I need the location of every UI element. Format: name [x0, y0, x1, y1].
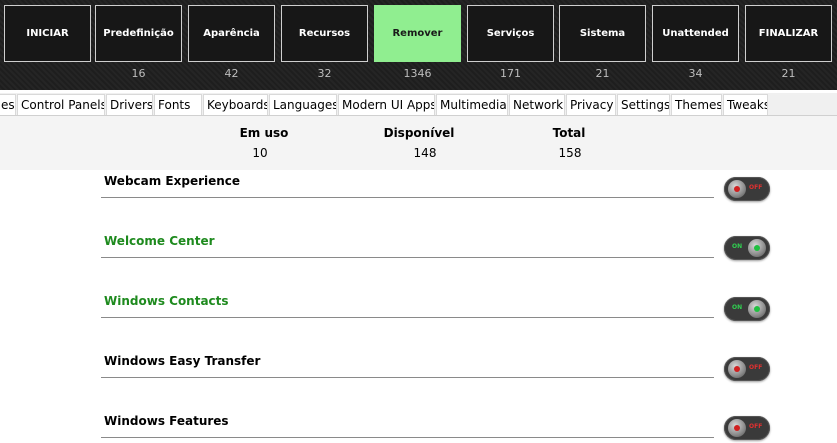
toggle-state-text: OFF: [749, 423, 763, 430]
nav-button-sistema[interactable]: Sistema: [559, 5, 646, 62]
item-toggle[interactable]: OFF: [724, 357, 770, 381]
nav-count-servicos: 171: [500, 67, 521, 80]
toggle-state-text: ON: [732, 304, 743, 311]
item-name: Welcome Center: [104, 234, 215, 248]
nav-count-finalizar: 21: [781, 67, 796, 80]
tab-keyboards[interactable]: Keyboards: [203, 94, 268, 115]
item-toggle[interactable]: OFF: [724, 177, 770, 201]
top-navigation: INICIAR Predefinição Aparência Recursos …: [0, 0, 837, 90]
nav-button-iniciar[interactable]: INICIAR: [4, 5, 91, 62]
toggle-state-text: ON: [732, 243, 743, 250]
nav-button-predefinicao[interactable]: Predefinição: [95, 5, 182, 62]
tab-control-panels[interactable]: Control Panels: [17, 94, 105, 115]
total-value: 158: [558, 146, 582, 160]
nav-button-unattended[interactable]: Unattended: [652, 5, 739, 62]
list-item: Webcam Experience OFF: [101, 172, 771, 232]
nav-count-unattended: 34: [688, 67, 703, 80]
category-tabs: es Control Panels Drivers Fonts Keyboard…: [0, 93, 837, 116]
available-value: 148: [413, 146, 437, 160]
total-label: Total: [552, 126, 586, 140]
row-divider: [101, 437, 714, 438]
toggle-knob: [748, 300, 766, 318]
list-item: Windows Easy Transfer OFF: [101, 352, 771, 412]
tab-modern-ui-apps[interactable]: Modern UI Apps: [338, 94, 435, 115]
list-item: Windows Features OFF: [101, 412, 771, 443]
tab-fonts[interactable]: Fonts: [154, 94, 202, 115]
item-toggle[interactable]: ON: [724, 236, 770, 260]
tab-privacy[interactable]: Privacy: [566, 94, 616, 115]
item-name: Windows Features: [104, 414, 229, 428]
item-name: Windows Contacts: [104, 294, 229, 308]
item-toggle[interactable]: ON: [724, 297, 770, 321]
nav-count-predefinicao: 16: [131, 67, 146, 80]
tab-network[interactable]: Network: [509, 94, 565, 115]
row-divider: [101, 197, 714, 198]
toggle-state-text: OFF: [749, 364, 763, 371]
available-label: Disponível: [383, 126, 455, 140]
tab-languages[interactable]: Languages: [269, 94, 337, 115]
nav-button-servicos[interactable]: Serviços: [467, 5, 554, 62]
list-item: Welcome Center ON: [101, 232, 771, 292]
tab-settings[interactable]: Settings: [617, 94, 670, 115]
tab-multimedia[interactable]: Multimedia: [436, 94, 508, 115]
toggle-state-text: OFF: [749, 184, 763, 191]
tab-themes[interactable]: Themes: [671, 94, 722, 115]
nav-button-aparencia[interactable]: Aparência: [188, 5, 275, 62]
toggle-knob: [728, 180, 746, 198]
tab-tweaks[interactable]: Tweaks: [723, 94, 768, 115]
item-name: Windows Easy Transfer: [104, 354, 261, 368]
nav-count-remover: 1346: [403, 67, 432, 80]
row-divider: [101, 317, 714, 318]
row-divider: [101, 257, 714, 258]
toggle-knob: [728, 419, 746, 437]
tab-drivers[interactable]: Drivers: [106, 94, 153, 115]
toggle-knob: [748, 239, 766, 257]
nav-button-finalizar[interactable]: FINALIZAR: [745, 5, 832, 62]
list-item: Windows Contacts ON: [101, 292, 771, 352]
nav-count-recursos: 32: [317, 67, 332, 80]
item-name: Webcam Experience: [104, 174, 241, 188]
in-use-value: 10: [252, 146, 268, 160]
stats-panel: Em uso 10 Disponível 148 Total 158: [0, 116, 837, 170]
item-toggle[interactable]: OFF: [724, 416, 770, 440]
nav-button-remover[interactable]: Remover: [374, 5, 461, 62]
nav-count-aparencia: 42: [224, 67, 239, 80]
nav-button-recursos[interactable]: Recursos: [281, 5, 368, 62]
tab-partial[interactable]: es: [0, 94, 16, 115]
in-use-label: Em uso: [239, 126, 289, 140]
toggle-knob: [728, 360, 746, 378]
nav-count-sistema: 21: [595, 67, 610, 80]
row-divider: [101, 377, 714, 378]
